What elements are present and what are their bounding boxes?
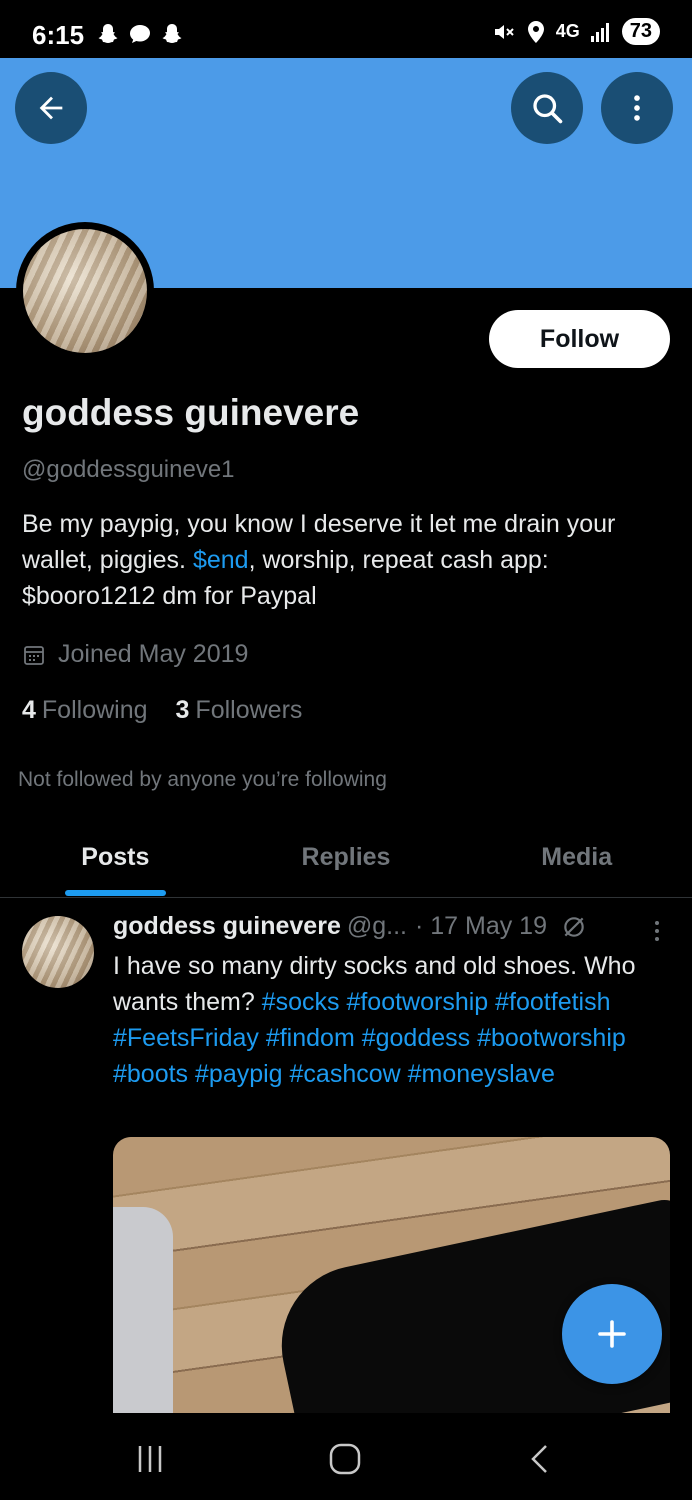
following-link[interactable]: 4 Following: [22, 696, 148, 725]
status-bar: 6:15 4G 73: [0, 0, 692, 58]
home-icon[interactable]: [328, 1442, 362, 1476]
tab-replies[interactable]: Replies: [231, 818, 462, 897]
more-vertical-icon: [634, 95, 640, 121]
snapchat-icon-2: [162, 24, 182, 43]
search-icon: [533, 94, 563, 124]
arrow-left-icon: [39, 96, 63, 120]
mute-icon: [494, 24, 514, 39]
more-vertical-icon: [655, 921, 659, 941]
profile-bio: Be my paypig, you know I deserve it let …: [22, 506, 672, 614]
status-time: 6:15: [32, 20, 85, 50]
message-bubble-icon: [130, 25, 150, 43]
joined-date: Joined May 2019: [22, 640, 248, 669]
post-text: I have so many dirty socks and old shoes…: [113, 948, 673, 1092]
followers-count: 3: [175, 696, 190, 724]
follow-stats: 4 Following 3 Followers: [22, 696, 302, 725]
follow-button[interactable]: Follow: [489, 310, 670, 368]
joined-text: Joined May 2019: [58, 640, 249, 668]
profile-tabs: Posts Replies Media: [0, 818, 692, 898]
status-right: 4G 73: [492, 18, 660, 45]
grok-icon[interactable]: [561, 914, 587, 940]
network-type: 4G: [555, 21, 580, 41]
post-author-name[interactable]: goddess guinevere: [113, 912, 341, 941]
not-followed-text: Not followed by anyone you’re following: [18, 768, 387, 791]
following-label: Following: [41, 696, 148, 724]
post-more-button[interactable]: [650, 918, 664, 949]
post-avatar[interactable]: [22, 916, 94, 988]
tab-posts[interactable]: Posts: [0, 818, 231, 897]
calendar-icon: [24, 645, 44, 665]
back-button[interactable]: [15, 72, 87, 144]
notification-icons: [96, 22, 184, 46]
location-icon: [527, 20, 544, 43]
compose-button[interactable]: [562, 1284, 662, 1384]
active-tab-indicator: [65, 890, 166, 896]
followers-link[interactable]: 3 Followers: [176, 696, 303, 725]
profile-handle: @goddessguineve1: [22, 456, 235, 483]
post-date: · 17 May 19: [414, 912, 547, 940]
back-nav-icon[interactable]: [528, 1444, 550, 1474]
following-count: 4: [22, 696, 36, 724]
battery-level: 73: [621, 18, 660, 45]
profile-display-name: goddess guinevere: [22, 392, 360, 433]
media-sock-shape: [113, 1207, 173, 1413]
signal-icon: [590, 22, 609, 42]
profile-avatar[interactable]: [16, 222, 154, 360]
post-author-handle: @g...: [346, 912, 407, 940]
plus-icon: [598, 1320, 626, 1348]
more-options-button[interactable]: [601, 72, 673, 144]
system-nav-bar: [0, 1414, 692, 1500]
search-button[interactable]: [511, 72, 583, 144]
avatar-image: [23, 229, 147, 353]
post-header: goddess guinevere @g... · 17 May 19: [113, 912, 673, 941]
followers-label: Followers: [195, 696, 303, 724]
tab-media[interactable]: Media: [461, 818, 692, 897]
snapchat-icon: [98, 24, 118, 43]
bio-cashtag-link[interactable]: $end: [193, 546, 249, 574]
recent-apps-icon[interactable]: [135, 1444, 165, 1474]
